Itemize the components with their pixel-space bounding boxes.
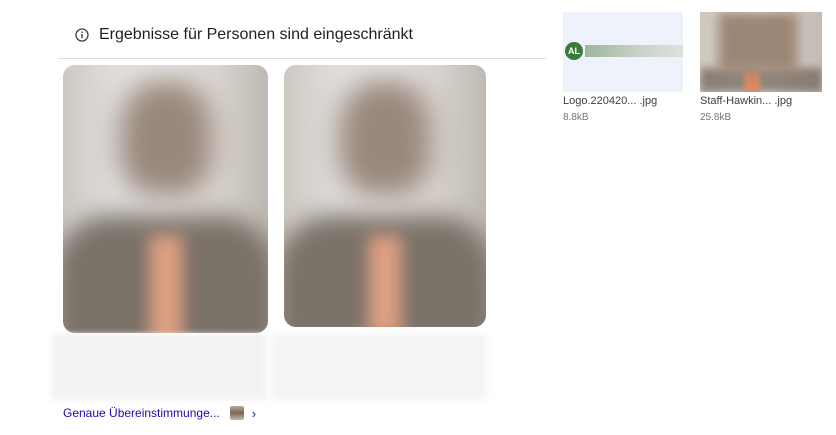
file-size: 8.8kB: [563, 112, 589, 123]
related-file-logo[interactable]: AL Logo.220420... .jpg 8.8kB: [563, 12, 683, 123]
image-result-2[interactable]: [284, 65, 486, 327]
image-result-1-caption-blurred: [52, 334, 266, 400]
chevron-right-icon[interactable]: ›: [252, 406, 256, 421]
restricted-results-notice: Ergebnisse für Personen sind eingeschrän…: [58, 12, 546, 59]
image-result-1[interactable]: [63, 65, 268, 333]
info-icon: [75, 28, 89, 42]
logo-mark-icon: AL: [565, 42, 583, 60]
staff-photo-thumbnail[interactable]: [700, 12, 822, 92]
file-name[interactable]: Logo.220420... .jpg: [563, 95, 683, 107]
exact-match-thumbnail: [229, 406, 244, 420]
exact-matches-link[interactable]: Genaue Übereinstimmunge... ›: [63, 405, 256, 421]
logo-thumbnail[interactable]: AL: [563, 12, 683, 92]
logo-wordmark-bar: [585, 45, 683, 57]
notice-message: Ergebnisse für Personen sind eingeschrän…: [99, 26, 413, 43]
exact-matches-label[interactable]: Genaue Übereinstimmunge...: [63, 406, 220, 420]
related-file-staff[interactable]: Staff-Hawkin... .jpg 25.8kB: [700, 12, 822, 123]
file-size: 25.8kB: [700, 112, 732, 123]
image-result-2-caption-blurred: [272, 334, 486, 400]
file-name[interactable]: Staff-Hawkin... .jpg: [700, 95, 822, 107]
